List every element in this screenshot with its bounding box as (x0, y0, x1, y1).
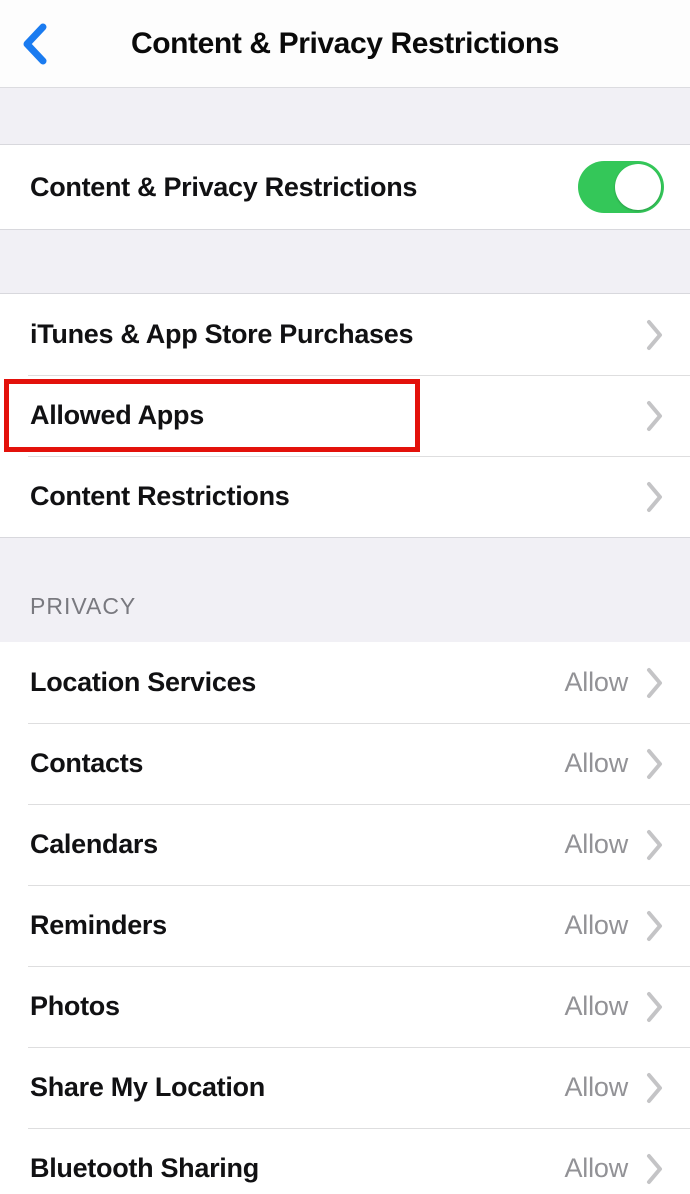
row-allowed-apps[interactable]: Allowed Apps (0, 375, 690, 456)
row-value: Allow (564, 1072, 628, 1102)
row-label: Allowed Apps (30, 400, 204, 430)
row-accessory (646, 400, 664, 432)
restrictions-group: iTunes & App Store Purchases Allowed App… (0, 294, 690, 537)
row-label: Share My Location (30, 1072, 265, 1102)
back-button[interactable] (12, 18, 58, 70)
row-contacts[interactable]: Contacts Allow (0, 723, 690, 804)
content-privacy-restrictions-toggle[interactable] (578, 161, 664, 213)
row-bluetooth-sharing[interactable]: Bluetooth Sharing Allow (0, 1128, 690, 1194)
row-value: Allow (564, 748, 628, 778)
navigation-bar: Content & Privacy Restrictions (0, 0, 690, 88)
row-reminders[interactable]: Reminders Allow (0, 885, 690, 966)
row-calendars[interactable]: Calendars Allow (0, 804, 690, 885)
row-value: Allow (564, 667, 628, 697)
row-accessory (646, 319, 664, 351)
row-accessory: Allow (564, 1072, 664, 1104)
row-share-my-location[interactable]: Share My Location Allow (0, 1047, 690, 1128)
chevron-right-icon (647, 1072, 662, 1103)
row-accessory: Allow (564, 991, 664, 1023)
row-label: Content Restrictions (30, 481, 290, 511)
privacy-group: Location Services Allow Contacts Allow C… (0, 642, 690, 1194)
row-value: Allow (564, 910, 628, 940)
row-label: Location Services (30, 667, 256, 697)
row-label: iTunes & App Store Purchases (30, 319, 414, 349)
privacy-section-header: PRIVACY (0, 537, 690, 642)
row-label: Reminders (30, 910, 167, 940)
chevron-right-icon (647, 667, 662, 698)
row-accessory: Allow (564, 667, 664, 699)
section-header-label: PRIVACY (30, 593, 137, 619)
row-label: Calendars (30, 829, 158, 859)
chevron-right-icon (647, 910, 662, 941)
row-accessory: Allow (564, 748, 664, 780)
chevron-right-icon (647, 481, 662, 512)
toggle-knob (615, 164, 661, 210)
row-photos[interactable]: Photos Allow (0, 966, 690, 1047)
row-accessory: Allow (564, 910, 664, 942)
row-itunes-app-store-purchases[interactable]: iTunes & App Store Purchases (0, 294, 690, 375)
section-gap-top (0, 88, 690, 145)
row-value: Allow (564, 1153, 628, 1183)
row-label: Contacts (30, 748, 144, 778)
chevron-right-icon (647, 748, 662, 779)
chevron-right-icon (647, 1153, 662, 1184)
chevron-right-icon (647, 319, 662, 350)
row-accessory: Allow (564, 829, 664, 861)
row-label: Photos (30, 991, 120, 1021)
chevron-right-icon (647, 400, 662, 431)
master-toggle-group: Content & Privacy Restrictions (0, 145, 690, 229)
section-gap-middle (0, 229, 690, 294)
row-accessory (646, 481, 664, 513)
page-title: Content & Privacy Restrictions (130, 26, 560, 60)
row-location-services[interactable]: Location Services Allow (0, 642, 690, 723)
settings-screen: Content & Privacy Restrictions Content &… (0, 0, 690, 1194)
row-content-restrictions[interactable]: Content Restrictions (0, 456, 690, 537)
row-value: Allow (564, 829, 628, 859)
row-accessory: Allow (564, 1153, 664, 1185)
chevron-right-icon (647, 991, 662, 1022)
chevron-right-icon (647, 829, 662, 860)
row-value: Allow (564, 991, 628, 1021)
chevron-left-icon (23, 23, 47, 64)
row-content-privacy-restrictions[interactable]: Content & Privacy Restrictions (0, 145, 690, 229)
row-label: Bluetooth Sharing (30, 1153, 259, 1183)
row-label: Content & Privacy Restrictions (30, 171, 418, 202)
